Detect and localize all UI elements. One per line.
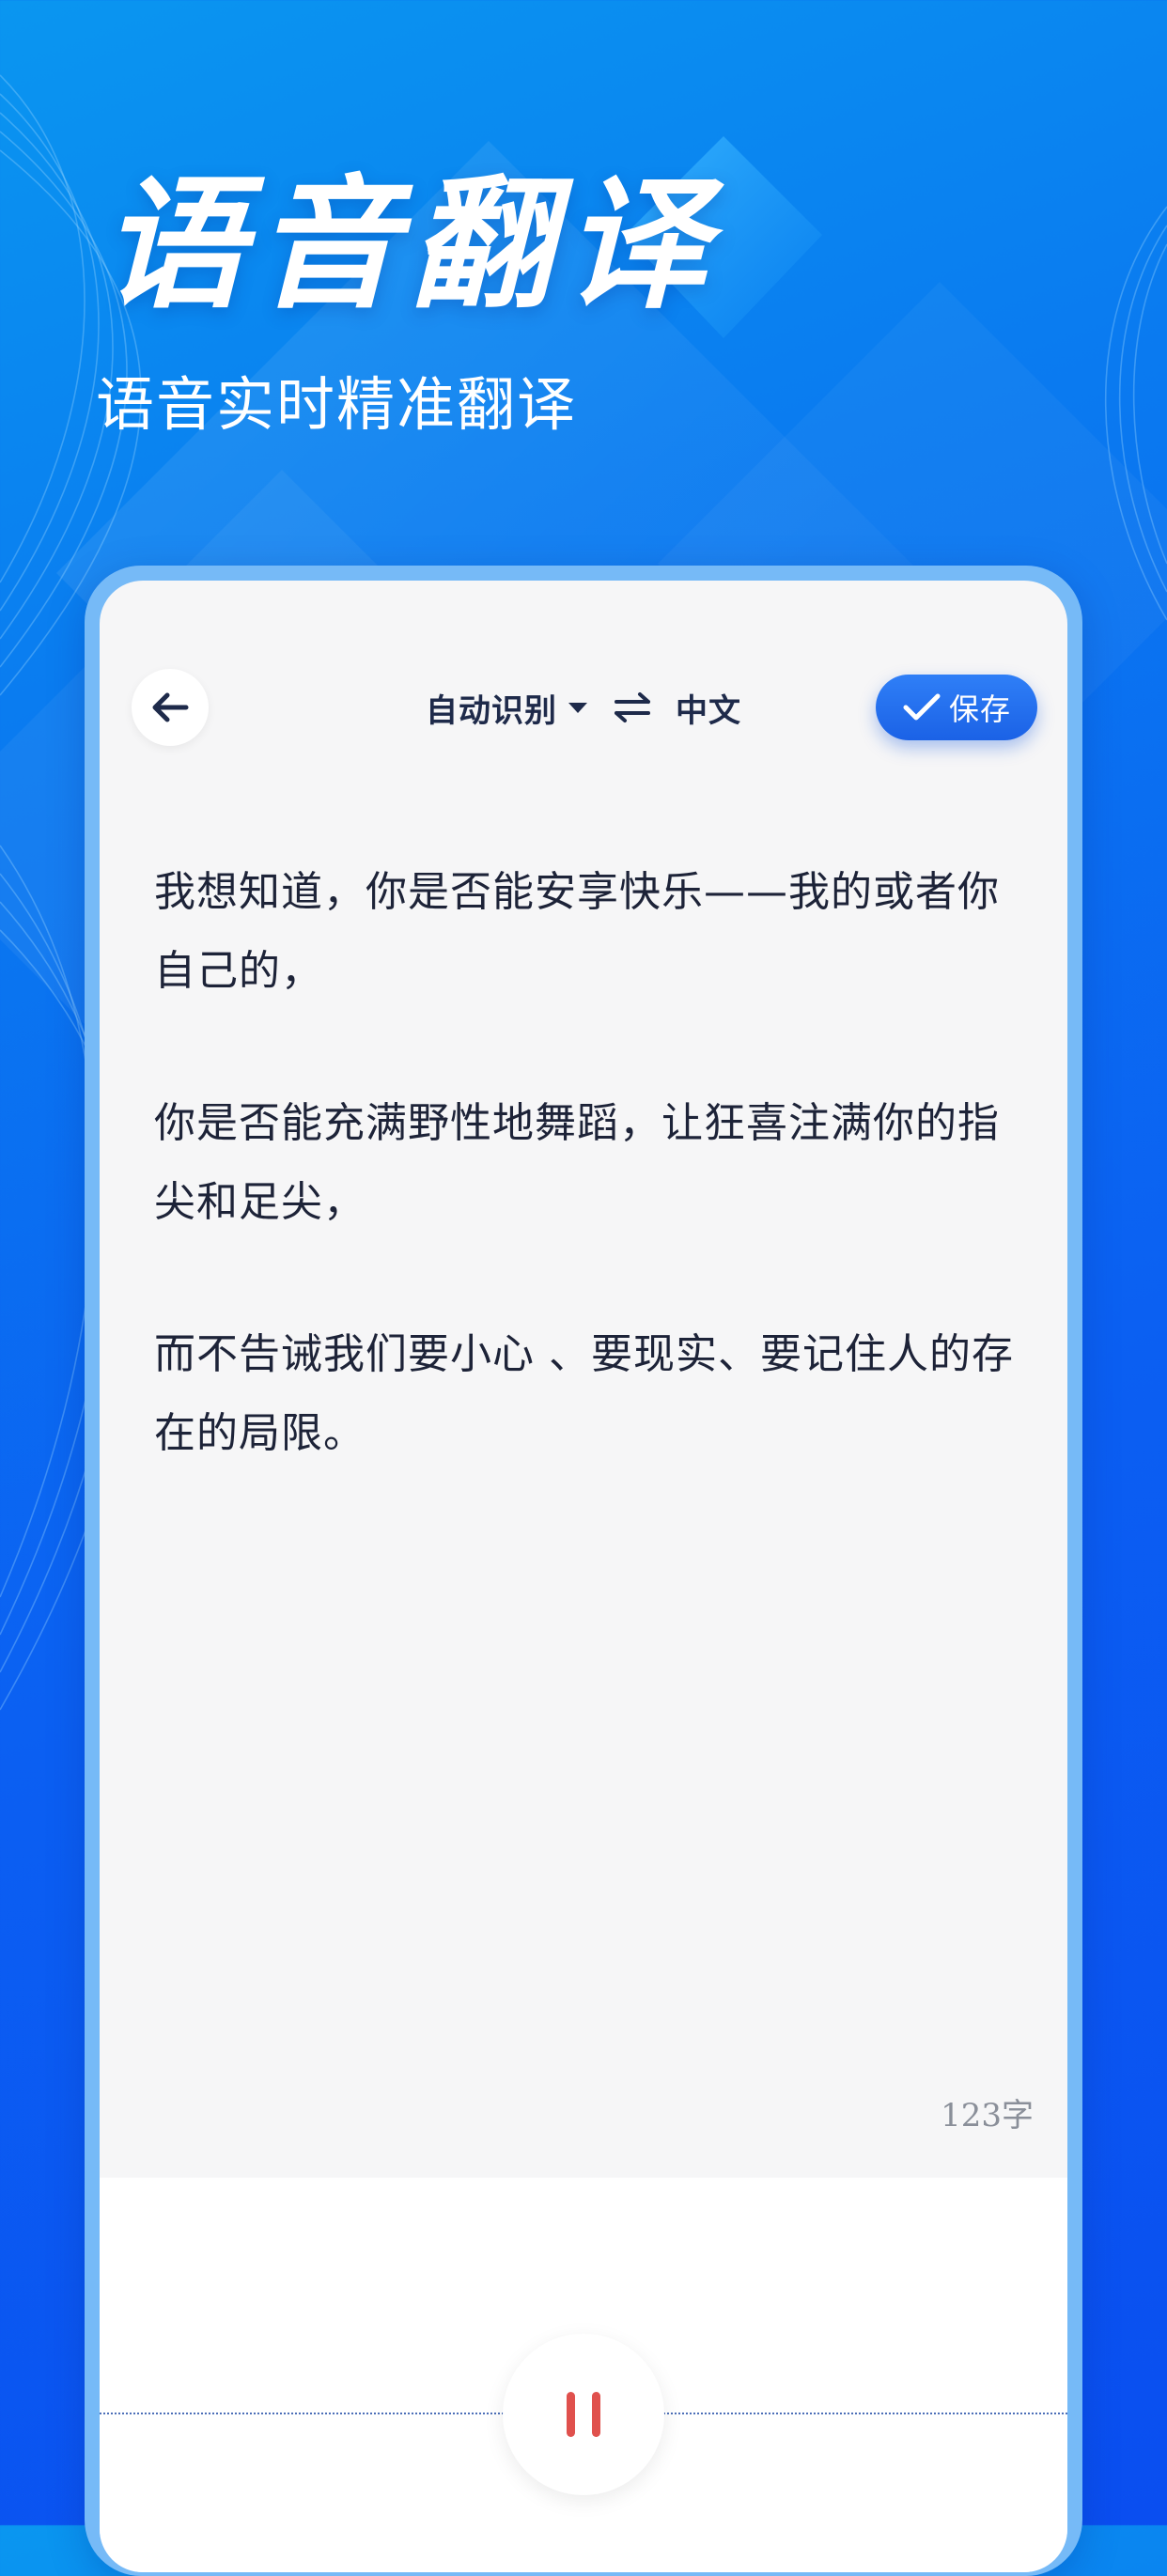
arrow-left-icon — [152, 692, 189, 722]
source-language-label: 自动识别 — [426, 691, 557, 730]
check-icon — [902, 691, 941, 723]
save-button[interactable]: 保存 — [876, 675, 1037, 740]
source-language-selector[interactable]: 自动识别 — [426, 685, 589, 731]
transcript-paragraph: 你是否能充满野性地舞蹈，让狂喜注满你的指尖和足尖， — [154, 1099, 1000, 1226]
recorder-panel — [100, 2178, 1067, 2572]
transcript-area[interactable]: 我想知道，你是否能安享快乐——我的或者你自己的， 你是否能充满野性地舞蹈，让狂喜… — [154, 853, 1037, 1546]
target-language-selector[interactable]: 中文 — [676, 685, 741, 731]
promo-subtitle: 语音实时精准翻译 — [96, 370, 578, 439]
app-screen: 自动识别 中文 保存 我想知道，你是否能安享快乐——我的或者你自己的， 你是否能… — [100, 581, 1067, 2572]
swap-arrows-icon[interactable] — [614, 691, 651, 723]
transcript-paragraph: 而不告诫我们要小心 、要现实、要记住人的存在的局限。 — [154, 1330, 1014, 1457]
save-label: 保存 — [948, 691, 1011, 727]
character-count: 123字 — [941, 2097, 1034, 2134]
transcript-paragraph: 我想知道，你是否能安享快乐——我的或者你自己的， — [154, 868, 1000, 995]
promo-title: 语音翻译 — [101, 162, 718, 328]
pause-icon — [567, 2392, 600, 2437]
pause-button[interactable] — [503, 2334, 664, 2495]
device-frame: 自动识别 中文 保存 我想知道，你是否能安享快乐——我的或者你自己的， 你是否能… — [85, 566, 1082, 2576]
caret-down-icon — [567, 700, 589, 715]
back-button[interactable] — [132, 669, 209, 746]
